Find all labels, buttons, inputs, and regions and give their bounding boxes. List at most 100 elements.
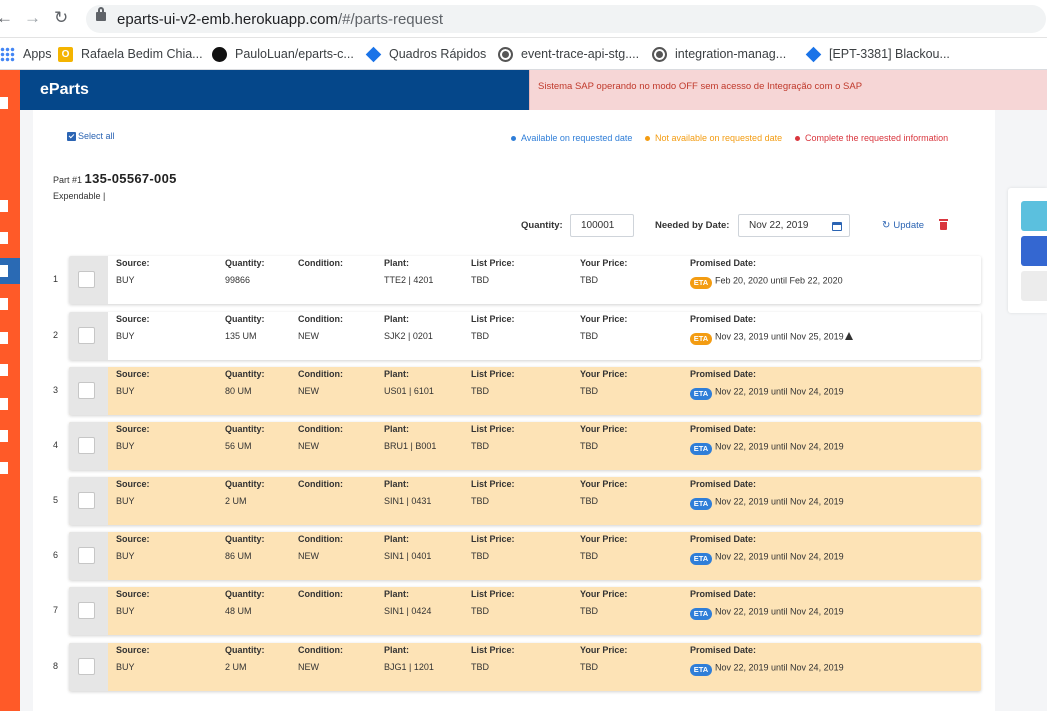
- update-button[interactable]: ↻ Update: [882, 220, 924, 231]
- field-value: 48 UM: [225, 606, 252, 616]
- source-option-row[interactable]: Source: BUY Quantity: 48 UM Condition: Plant:…: [69, 587, 981, 635]
- row-select-area: [69, 256, 108, 304]
- field-value: BUY: [116, 331, 135, 341]
- row-field-promised: Promised Date: ETA Nov 22, 2019 until Nov …: [690, 479, 844, 510]
- promised-date-text: Nov 22, 2019 until Nov 24, 2019: [715, 496, 844, 507]
- calendar-icon[interactable]: [832, 222, 842, 231]
- field-value: TBD: [471, 331, 489, 341]
- source-option-row[interactable]: Source: BUY Quantity: 135 UM Condition: NEW Pl…: [69, 312, 981, 360]
- document-icon[interactable]: [0, 298, 8, 310]
- bookmark-label: Apps: [23, 47, 52, 61]
- row-checkbox[interactable]: [78, 327, 95, 344]
- bookmarks-bar: Apps O Rafaela Bedim Chia... PauloLuan/ep…: [0, 38, 1047, 70]
- github-icon: [212, 46, 227, 62]
- field-value: TBD: [580, 331, 598, 341]
- sidebar-item-active[interactable]: [0, 258, 20, 284]
- field-label: Source:: [116, 314, 150, 324]
- panel-button-primary[interactable]: [1021, 236, 1047, 266]
- address-bar[interactable]: eparts-ui-v2-emb.herokuapp.com/#/parts-r…: [86, 5, 1046, 33]
- eta-badge: ETA: [690, 388, 712, 400]
- row-checkbox[interactable]: [78, 602, 95, 619]
- trash-icon[interactable]: [939, 219, 948, 230]
- bookmark-label: Quadros Rápidos: [389, 47, 487, 61]
- source-option-row[interactable]: Source: BUY Quantity: 80 UM Condition: NEW Pla…: [69, 367, 981, 415]
- field-label: Your Price:: [580, 424, 628, 434]
- reload-icon[interactable]: ↻: [54, 8, 68, 28]
- tools-icon[interactable]: [0, 232, 8, 244]
- row-field-promised: Promised Date: ETA Feb 20, 2020 until Feb …: [690, 258, 843, 289]
- field-label: Quantity:: [225, 369, 265, 379]
- part-type: Expendable |: [53, 191, 106, 201]
- eta-badge: ETA: [690, 498, 712, 510]
- eta-badge: ETA: [690, 443, 712, 455]
- row-select-area: [69, 532, 108, 580]
- row-field-promised: Promised Date: ETA Nov 22, 2019 until Nov …: [690, 645, 844, 676]
- field-value: 135 UM: [225, 331, 257, 341]
- bookmark-label: PauloLuan/eparts-c...: [235, 47, 354, 61]
- row-field-your-price: Your Price: TBD: [580, 589, 627, 616]
- field-label: Source:: [116, 424, 150, 434]
- eta-badge: ETA: [690, 664, 712, 676]
- field-value: BUY: [116, 662, 135, 672]
- transfer-icon[interactable]: [0, 364, 8, 376]
- field-label: Condition:: [298, 479, 343, 489]
- source-option-row[interactable]: Source: BUY Quantity: 56 UM Condition: NEW Pla…: [69, 422, 981, 470]
- row-field-plant: Plant: TTE2 | 4201: [384, 258, 433, 285]
- source-option-row[interactable]: Source: BUY Quantity: 86 UM Condition: NEW Pla…: [69, 532, 981, 580]
- report-icon[interactable]: [0, 462, 8, 474]
- menu-icon[interactable]: [0, 97, 8, 109]
- panel-button-default[interactable]: [1021, 271, 1047, 301]
- field-label: Source:: [116, 534, 150, 544]
- field-value: TBD: [580, 551, 598, 561]
- select-all-checkbox[interactable]: Select all: [67, 131, 115, 141]
- field-label: Quantity:: [225, 314, 265, 324]
- row-checkbox[interactable]: [78, 437, 95, 454]
- row-checkbox[interactable]: [78, 547, 95, 564]
- source-option-row[interactable]: Source: BUY Quantity: 2 UM Condition: NEW Plan…: [69, 643, 981, 691]
- bookmark-event-trace[interactable]: event-trace-api-stg....: [498, 44, 639, 64]
- bookmark-github[interactable]: PauloLuan/eparts-c...: [212, 44, 354, 64]
- quantity-input[interactable]: 100001: [570, 214, 634, 237]
- field-value: TBD: [580, 386, 598, 396]
- refresh-icon: ↻: [882, 220, 891, 231]
- row-checkbox[interactable]: [78, 492, 95, 509]
- quantity-label: Quantity:: [521, 220, 563, 231]
- clipboard-icon[interactable]: [0, 332, 8, 344]
- row-field-plant: Plant: SJK2 | 0201: [384, 314, 433, 341]
- source-option-row[interactable]: Source: BUY Quantity: 99866 Condition: Plant:…: [69, 256, 981, 304]
- bookmark-rafaela[interactable]: O Rafaela Bedim Chia...: [58, 44, 203, 64]
- field-value: ETA Feb 20, 2020 until Feb 22, 2020: [690, 275, 843, 289]
- bookmark-quadros[interactable]: Quadros Rápidos: [365, 44, 487, 64]
- panel-button-info[interactable]: [1021, 201, 1047, 231]
- row-checkbox[interactable]: [78, 658, 95, 675]
- field-label: Condition:: [298, 589, 343, 599]
- field-value: NEW: [298, 551, 319, 561]
- row-field-your-price: Your Price: TBD: [580, 645, 627, 672]
- back-arrow-icon[interactable]: ←: [0, 8, 13, 28]
- field-value: NEW: [298, 386, 319, 396]
- row-checkbox[interactable]: [78, 271, 95, 288]
- row-field-condition: Condition:: [298, 589, 343, 606]
- row-checkbox[interactable]: [78, 382, 95, 399]
- field-value: NEW: [298, 441, 319, 451]
- field-value: TBD: [471, 386, 489, 396]
- settings-icon[interactable]: [0, 430, 8, 442]
- field-value: ETA Nov 22, 2019 until Nov 24, 2019: [690, 551, 844, 565]
- field-label: Plant:: [384, 589, 410, 599]
- truck-icon[interactable]: [0, 200, 8, 212]
- bookmark-ept[interactable]: [EPT-3381] Blackou...: [805, 44, 950, 64]
- needed-date-input[interactable]: Nov 22, 2019: [738, 214, 850, 237]
- eta-badge: ETA: [690, 277, 712, 289]
- bookmark-apps[interactable]: Apps: [0, 44, 52, 64]
- sidebar: [0, 70, 20, 711]
- eta-badge: ETA: [690, 553, 712, 565]
- help-icon[interactable]: [0, 398, 8, 410]
- row-field-plant: Plant: SIN1 | 0431: [384, 479, 431, 506]
- row-field-condition: Condition: NEW: [298, 645, 343, 672]
- forward-arrow-icon[interactable]: →: [24, 8, 41, 28]
- legend-label: Complete the requested information: [805, 133, 949, 143]
- bookmark-integration[interactable]: integration-manag...: [652, 44, 786, 64]
- source-option-row[interactable]: Source: BUY Quantity: 2 UM Condition: Plant: S…: [69, 477, 981, 525]
- field-value: TBD: [580, 441, 598, 451]
- brand-logo[interactable]: eParts: [40, 81, 89, 99]
